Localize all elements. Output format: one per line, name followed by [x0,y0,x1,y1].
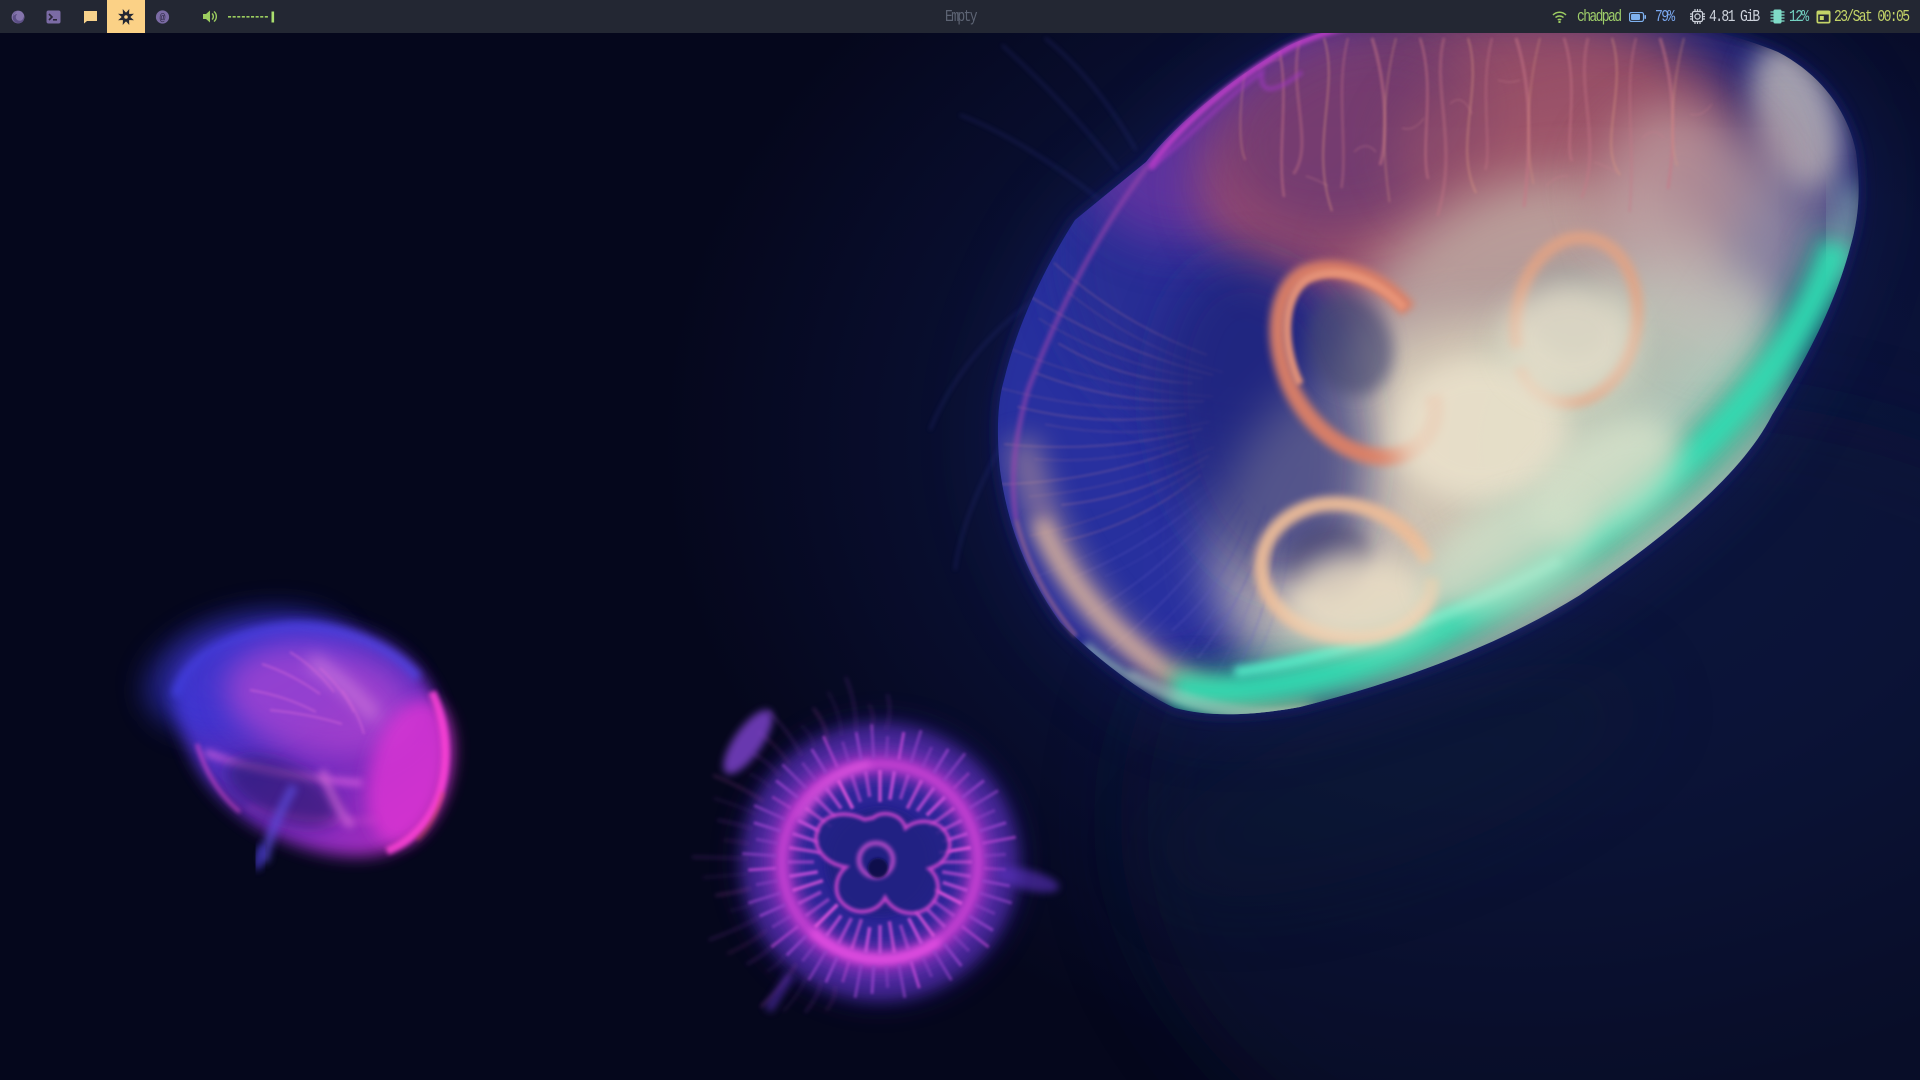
svg-text:@: @ [159,12,165,24]
